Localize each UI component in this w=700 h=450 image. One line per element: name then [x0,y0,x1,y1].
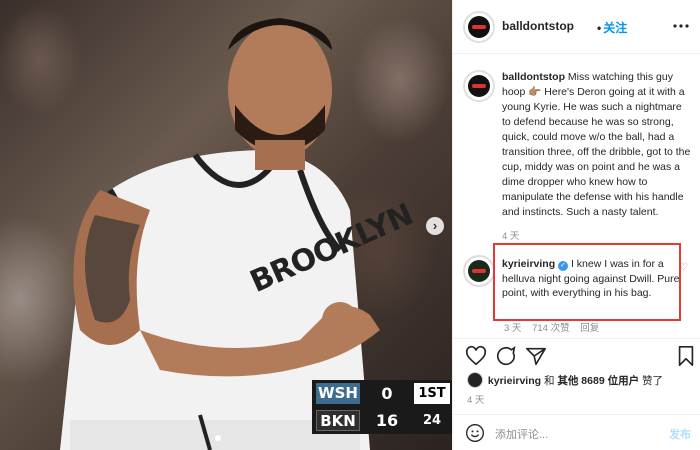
likes-summary: kyrieirving 和 其他 8689 位用户 赞了 [467,372,697,388]
comment-likes[interactable]: 714 次赞 [532,323,570,334]
more-icon[interactable] [673,12,689,33]
highlight-box [493,243,681,321]
post-header: balldontstop • 关注 [453,0,700,54]
likes-others[interactable]: 其他 8689 位用户 [557,375,639,387]
action-bar [453,338,700,372]
scoreboard-row: WSH 0 1ST [312,380,452,407]
team-score: 16 [375,411,399,430]
liker-username[interactable]: kyrieirving [488,375,541,387]
post-sidebar: balldontstop • 关注 balldontstop Miss watch… [452,0,700,450]
caption-time: 4 天 [502,231,520,242]
avatar[interactable] [463,11,495,43]
next-arrow-icon[interactable]: › [426,217,444,235]
shot-clock: 24 [422,413,442,428]
follow-button[interactable]: • 关注 [597,19,627,36]
likes-suffix: 赞了 [642,375,664,387]
team-name: WSH [316,383,360,404]
comment-input[interactable]: 添加评论... [495,426,548,442]
caption-avatar[interactable] [463,70,495,102]
carousel-dot [215,435,221,441]
comment-meta: 3 天 714 次赞 回复 [504,320,607,334]
scoreboard: WSH 0 1ST BKN 16 24 [312,380,452,434]
bookmark-icon[interactable] [675,345,697,367]
caption-username[interactable]: balldontstop [502,71,565,83]
quarter-label: 1ST [414,383,450,404]
likes-and: 和 [543,375,555,387]
share-icon[interactable] [525,345,547,367]
liker-avatar [467,372,483,388]
caption: balldontstop Miss watching this guy hoop… [502,70,692,220]
team-name: BKN [316,410,360,431]
caption-text: Miss watching this guy hoop 👉🏽 Here's De… [502,71,691,218]
comment-avatar[interactable] [463,255,495,287]
add-comment-bar: 添加评论... 发布 [453,414,700,450]
scoreboard-row: BKN 16 24 [312,407,452,434]
like-heart-icon[interactable] [465,345,487,367]
post-time: 4 天 [467,395,485,406]
post-button[interactable]: 发布 [669,426,691,442]
comment-time: 3 天 [504,323,522,334]
post-media[interactable]: BROOKLYN › WSH 0 1ST BKN 16 24 [0,0,452,450]
comment-icon[interactable] [495,345,517,367]
header-username[interactable]: balldontstop [502,19,574,33]
emoji-icon[interactable] [465,423,485,443]
team-score: 0 [381,384,393,403]
reply-button[interactable]: 回复 [580,323,599,334]
